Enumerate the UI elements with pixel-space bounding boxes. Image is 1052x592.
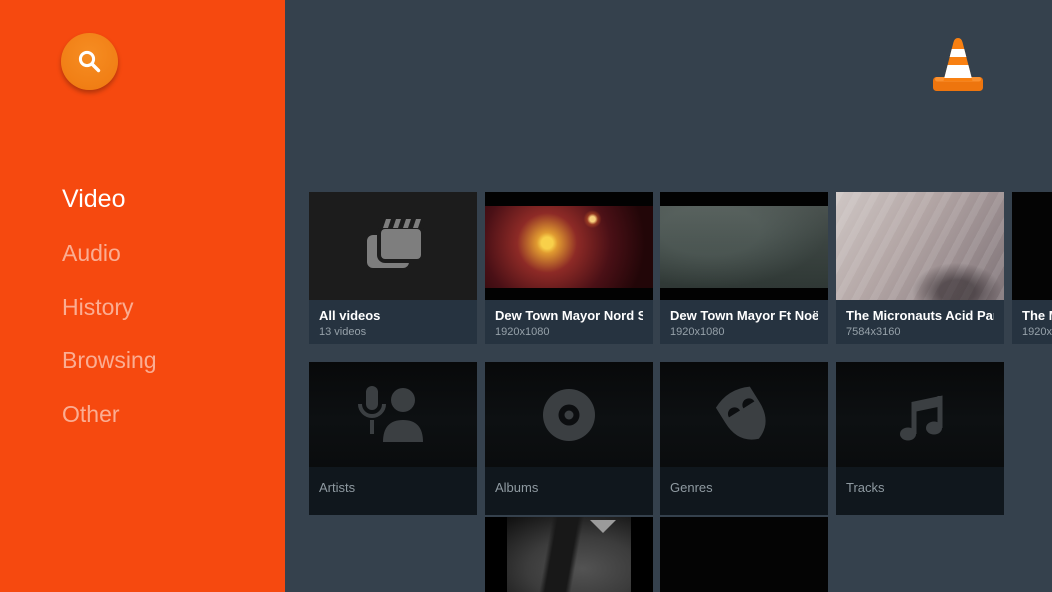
card-label: All videos13 videos — [309, 300, 477, 344]
card-title: Dew Town Mayor Nord Strea.. — [495, 307, 643, 324]
bunny-cartoon-still — [309, 517, 477, 592]
card-subtitle: 1920x1 — [1022, 325, 1052, 340]
sidebar-item-video[interactable]: Video — [62, 185, 126, 214]
card-label: Dew Town Mayor Ft Noël Ras..1920x1080 — [660, 300, 828, 344]
media-card-videos-0[interactable]: All videos13 videos — [309, 192, 477, 344]
card-title: Tracks — [846, 479, 994, 496]
media-card-videos-4[interactable]: The M1920x1 — [1012, 192, 1052, 344]
card-label: The M1920x1 — [1012, 300, 1052, 344]
black-still — [660, 517, 828, 592]
card-label: The Micronauts Acid Party [O..7584x3160 — [836, 300, 1004, 344]
card-subtitle: 1920x1080 — [670, 325, 818, 340]
media-card-audio-categories-2[interactable]: Genres — [660, 362, 828, 515]
track-note-icon — [836, 362, 1004, 467]
media-card-audio-categories-1[interactable]: Albums — [485, 362, 653, 515]
card-title: The M — [1022, 307, 1052, 324]
search-icon — [76, 48, 103, 75]
media-card-videos-1[interactable]: Dew Town Mayor Nord Strea..1920x1080 — [485, 192, 653, 344]
card-label: Albums — [485, 467, 653, 515]
search-button[interactable] — [61, 33, 118, 90]
card-subtitle: 13 videos — [319, 325, 467, 340]
card-label: Genres — [660, 467, 828, 515]
sidebar: Video Audio History Browsing Other — [0, 0, 285, 592]
media-card-audio-categories-3[interactable]: Tracks — [836, 362, 1004, 515]
media-card-videos-3[interactable]: The Micronauts Acid Party [O..7584x3160 — [836, 192, 1004, 344]
card-title: Artists — [319, 479, 467, 496]
media-card-media-thumbnails-0[interactable] — [309, 517, 477, 592]
card-subtitle: 7584x3160 — [846, 325, 994, 340]
media-card-media-thumbnails-2[interactable] — [660, 517, 828, 592]
video-collection-icon — [309, 192, 477, 300]
eye-closeup-still — [836, 192, 1004, 300]
artist-mic-icon — [309, 362, 477, 467]
sidebar-item-other[interactable]: Other — [62, 401, 120, 428]
card-label: Tracks — [836, 467, 1004, 515]
card-title: Genres — [670, 479, 818, 496]
media-card-videos-2[interactable]: Dew Town Mayor Ft Noël Ras..1920x1080 — [660, 192, 828, 344]
media-card-audio-categories-0[interactable]: Artists — [309, 362, 477, 515]
card-title: All videos — [319, 307, 467, 324]
card-label: Artists — [309, 467, 477, 515]
video-frame — [485, 206, 653, 288]
sidebar-item-history[interactable]: History — [62, 294, 134, 321]
album-disc-icon — [485, 362, 653, 467]
media-card-media-thumbnails-1[interactable] — [485, 517, 653, 592]
black-still — [1012, 192, 1052, 300]
card-title: Albums — [495, 479, 643, 496]
genre-mask-icon — [660, 362, 828, 467]
dark-ocean-still — [660, 192, 828, 300]
card-subtitle: 1920x1080 — [495, 325, 643, 340]
card-title: Dew Town Mayor Ft Noël Ras.. — [670, 307, 818, 324]
sidebar-item-browsing[interactable]: Browsing — [62, 347, 157, 374]
sidebar-item-audio[interactable]: Audio — [62, 240, 121, 267]
card-title: The Micronauts Acid Party [O.. — [846, 307, 994, 324]
flare-performer-still — [485, 192, 653, 300]
card-label: Dew Town Mayor Nord Strea..1920x1080 — [485, 300, 653, 344]
vlc-cone-logo — [928, 36, 988, 92]
monolith-still — [485, 517, 653, 592]
video-frame — [660, 206, 828, 288]
